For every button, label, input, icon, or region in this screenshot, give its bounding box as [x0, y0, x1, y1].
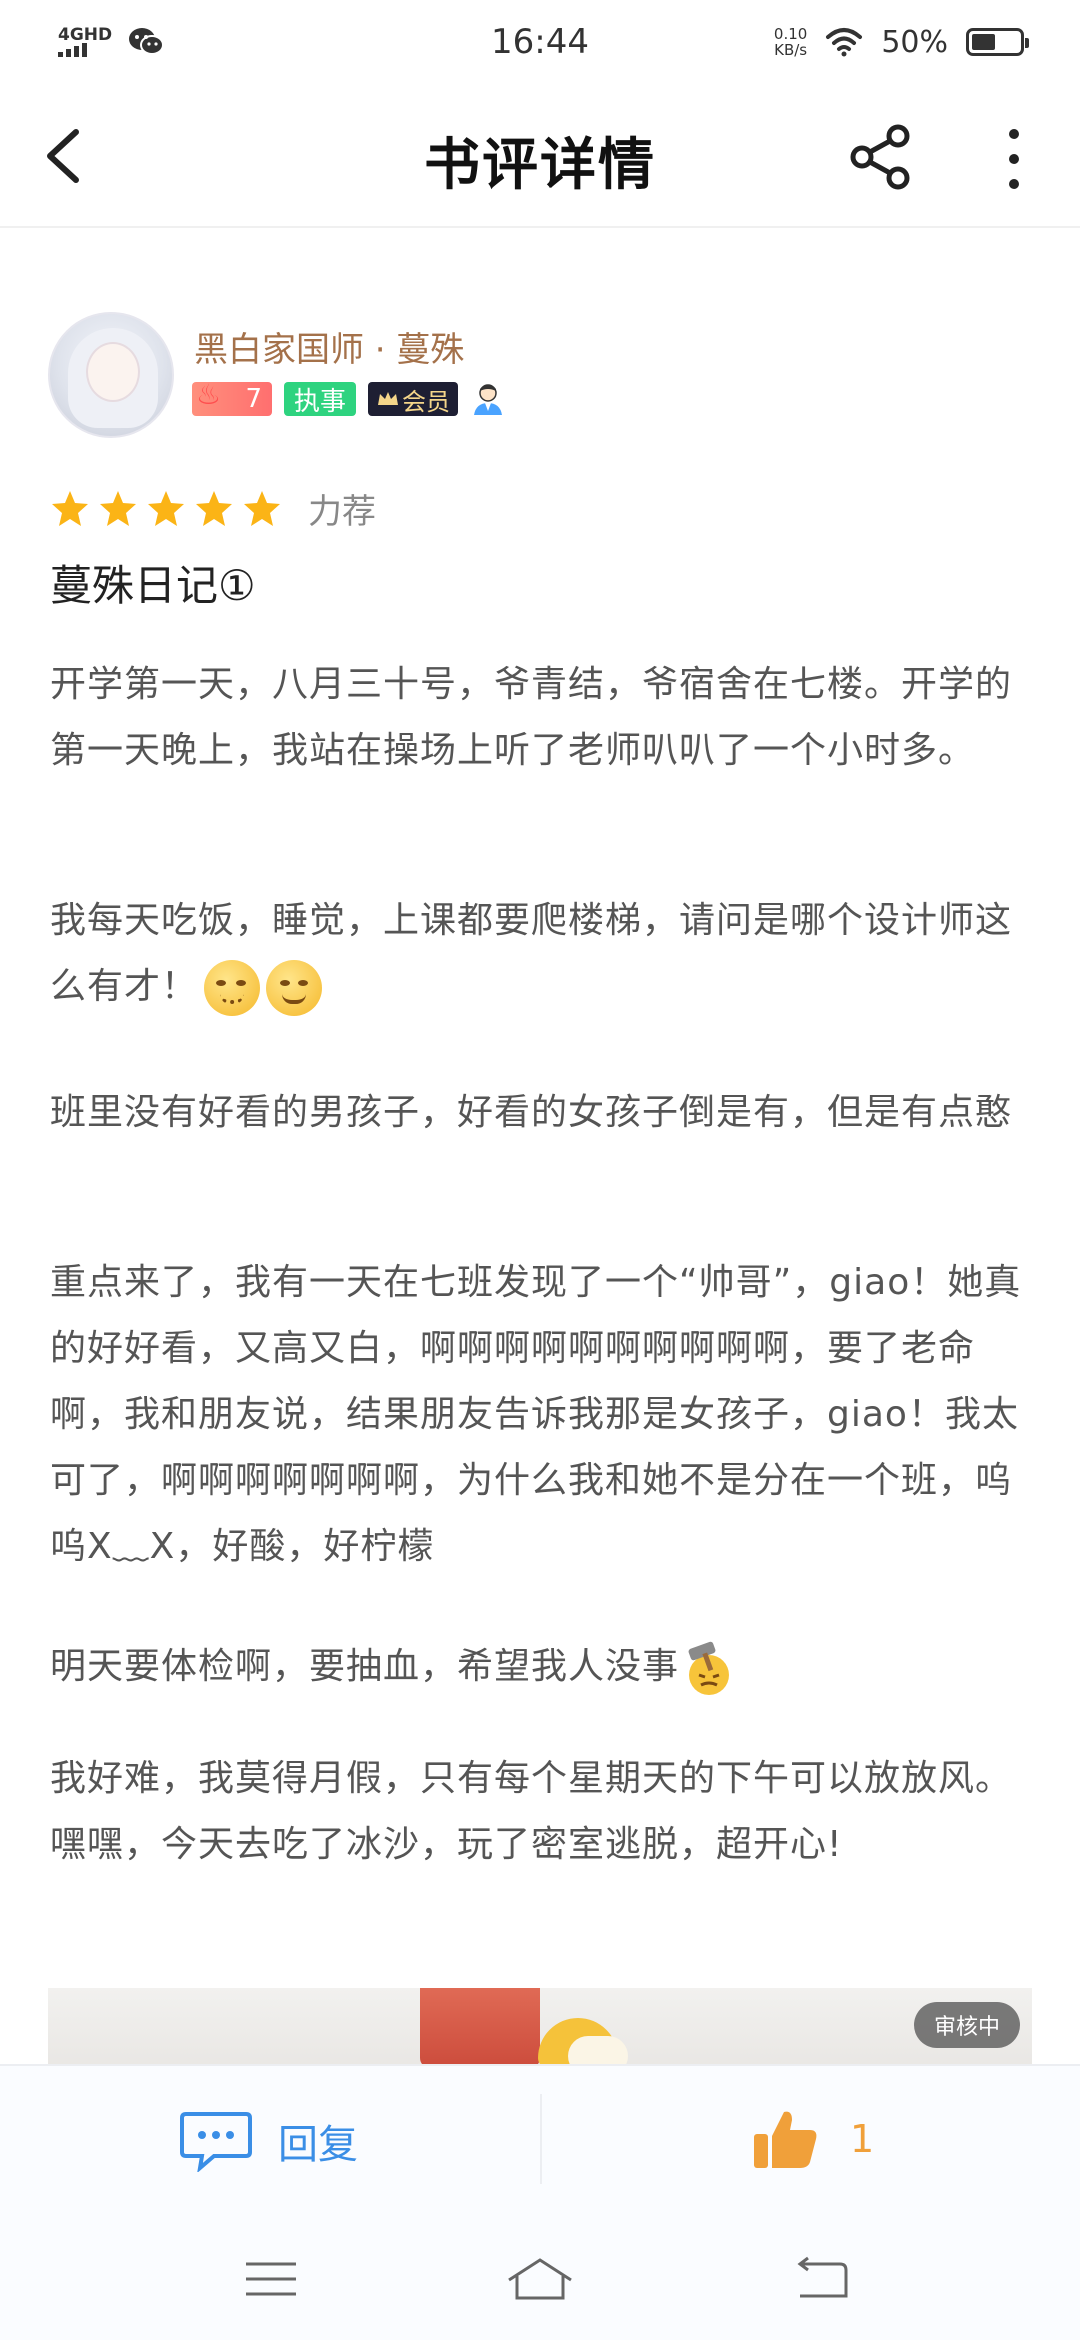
- smiling-face-emoji-icon: [266, 960, 323, 1016]
- speed-unit: KB/s: [774, 41, 808, 59]
- share-icon[interactable]: [846, 122, 916, 192]
- back-nav-icon[interactable]: [786, 2254, 856, 2304]
- network-indicator: 4GHD: [58, 24, 113, 57]
- status-left: 4GHD: [58, 24, 165, 58]
- battery-icon: [966, 28, 1029, 56]
- battery-fill: [972, 34, 995, 50]
- network-speed: 0.10 KB/s: [774, 26, 807, 58]
- crown-icon: [378, 392, 399, 405]
- network-type: 4GHD: [58, 24, 113, 45]
- like-count: 1: [850, 2117, 875, 2161]
- author-badges: ♨ 7 执事 会员: [192, 378, 506, 418]
- system-nav-bar: [0, 2214, 1080, 2340]
- flame-icon: ♨: [196, 378, 222, 411]
- wechat-icon: [129, 28, 165, 55]
- app-header: 书评详情: [0, 84, 1080, 228]
- home-icon[interactable]: [505, 2254, 575, 2304]
- vip-badge: 会员: [368, 382, 459, 416]
- rating-stars: [50, 489, 290, 529]
- rating-label: 力荐: [308, 492, 376, 532]
- speed-value: 0.10: [773, 25, 808, 43]
- author-name[interactable]: 黑白家国师 · 蔓殊: [194, 322, 464, 371]
- review-paragraph-5: 明天要体检啊，要抽血，希望我人没事: [50, 1634, 1040, 1700]
- thumbs-up-icon: [754, 2111, 817, 2168]
- review-paragraph-4: 重点来了，我有一天在七班发现了一个“帅哥”，giao！她真的好好看，又高又白，啊…: [50, 1262, 1022, 1567]
- star-icon: [100, 490, 136, 526]
- status-right: 0.10 KB/s 50%: [774, 24, 1029, 60]
- level-badge: ♨ 7: [192, 378, 272, 416]
- confused-face-emoji-icon: [204, 960, 261, 1016]
- reply-label: 回复: [278, 2122, 358, 2168]
- more-options-icon[interactable]: [996, 124, 1032, 194]
- rating: 力荐: [50, 484, 376, 533]
- role-badge: 执事: [284, 382, 357, 417]
- review-image[interactable]: 审核中: [48, 1988, 1032, 2068]
- vip-label: 会员: [402, 387, 451, 416]
- star-icon: [196, 490, 232, 526]
- action-divider: [540, 2094, 542, 2184]
- level-number: 7: [245, 384, 262, 414]
- person-icon: [474, 384, 503, 415]
- reply-button[interactable]: 回复: [180, 2110, 358, 2172]
- under-review-badge: 审核中: [913, 2002, 1020, 2048]
- bottom-action-bar: 回复 1: [0, 2064, 1080, 2214]
- battery-percent: 50%: [881, 24, 948, 60]
- star-icon: [148, 490, 184, 526]
- review-paragraph-2-text: 我每天吃饭，睡觉，上课都要爬楼梯，请问是哪个设计师这么有才！: [50, 900, 1013, 1007]
- review-paragraph-2: 我每天吃饭，睡觉，上课都要爬楼梯，请问是哪个设计师这么有才！: [50, 888, 1040, 1020]
- hammer-head-emoji-icon: [688, 1641, 730, 1695]
- menu-icon[interactable]: [236, 2254, 306, 2304]
- review-title: 蔓殊日记①: [50, 561, 256, 610]
- author-avatar[interactable]: [48, 312, 174, 438]
- review-paragraph-5-text: 明天要体检啊，要抽血，希望我人没事: [50, 1646, 680, 1687]
- review-paragraph-1: 开学第一天，八月三十号，爷青结，爷宿舍在七楼。开学的第一天晚上，我站在操场上听了…: [50, 664, 1013, 771]
- comment-icon: [180, 2112, 252, 2172]
- star-icon: [244, 490, 280, 526]
- like-button[interactable]: 1: [752, 2106, 874, 2172]
- page-title: 书评详情: [424, 132, 656, 198]
- star-icon: [52, 490, 88, 526]
- status-bar: 4GHD 16:44 0.10 KB/s 50%: [0, 0, 1080, 84]
- review-paragraph-3: 班里没有好看的男孩子，好看的女孩子倒是有，但是有点憨: [50, 1092, 1013, 1133]
- signal-icon: [58, 42, 112, 57]
- wifi-icon: [826, 28, 863, 57]
- review-paragraph-6: 我好难，我莫得月假，只有每个星期天的下午可以放放风。嘿嘿，今天去吃了冰沙，玩了密…: [50, 1758, 1013, 1865]
